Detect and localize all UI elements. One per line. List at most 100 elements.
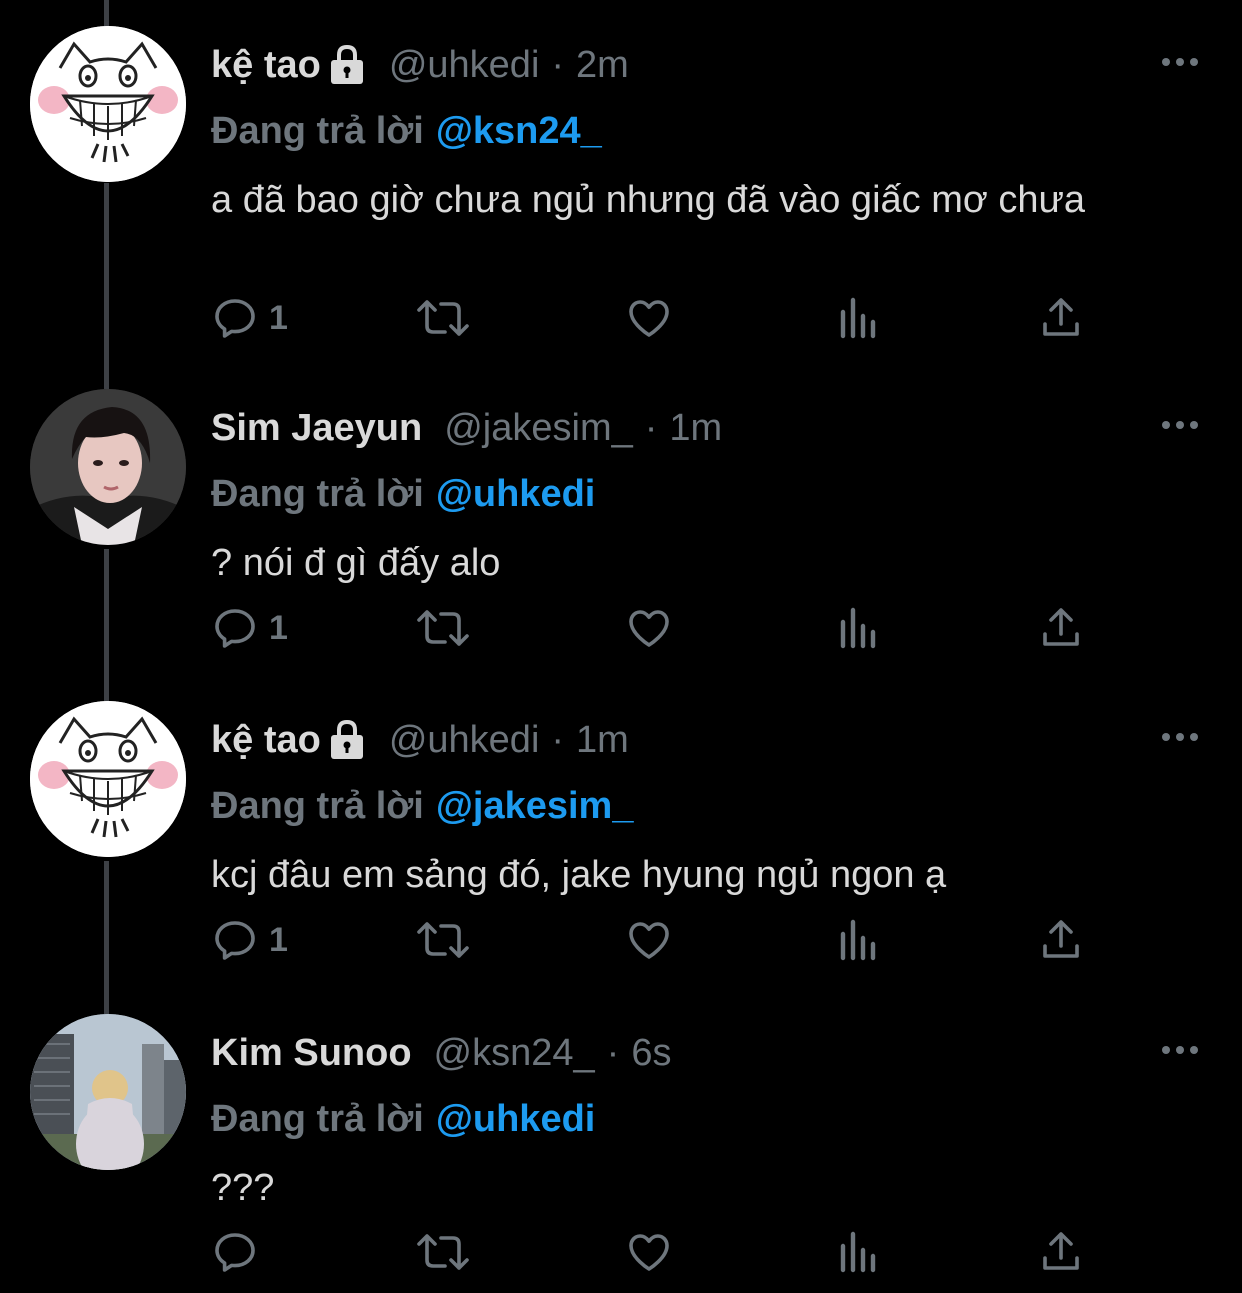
display-name[interactable]: kệ tao bbox=[211, 44, 321, 87]
analytics-icon bbox=[840, 1231, 876, 1273]
share-button[interactable] bbox=[1037, 1224, 1085, 1280]
like-button[interactable] bbox=[625, 1224, 673, 1280]
like-icon bbox=[629, 610, 669, 647]
replying-handle-link[interactable]: @jakesim_ bbox=[436, 785, 634, 827]
replying-label: Đang trả lời bbox=[211, 1098, 424, 1140]
tweet-header: Kim Sunoo @ksn24_ · 6s bbox=[211, 1028, 671, 1078]
replying-handle-link[interactable]: @uhkedi bbox=[436, 1098, 596, 1140]
retweet-button[interactable] bbox=[415, 912, 471, 968]
reply-icon bbox=[215, 609, 255, 648]
like-button[interactable] bbox=[625, 290, 673, 346]
lock-icon bbox=[330, 44, 363, 84]
replying-handle-link[interactable]: @uhkedi bbox=[436, 473, 596, 515]
tweet-time[interactable]: 1m bbox=[669, 407, 722, 450]
like-button[interactable] bbox=[625, 600, 673, 656]
separator-dot: · bbox=[606, 1031, 620, 1074]
tweet-text: a đã bao giờ chưa ngủ nhưng đã vào giấc … bbox=[211, 179, 1086, 221]
separator-dot: · bbox=[551, 43, 565, 86]
action-bar: 1 bbox=[211, 290, 1111, 346]
thread-line bbox=[104, 183, 109, 389]
share-icon bbox=[1043, 920, 1079, 958]
share-icon bbox=[1043, 1232, 1079, 1270]
retweet-icon bbox=[417, 300, 469, 336]
reply-button[interactable]: 1 bbox=[211, 290, 288, 346]
user-handle[interactable]: @jakesim_ bbox=[444, 407, 633, 450]
user-handle[interactable]: @ksn24_ bbox=[434, 1032, 595, 1075]
reply-count: 1 bbox=[269, 608, 288, 647]
tweet-time[interactable]: 6s bbox=[631, 1032, 671, 1075]
tweet-time[interactable]: 2m bbox=[576, 44, 629, 87]
retweet-button[interactable] bbox=[415, 600, 471, 656]
more-options-icon[interactable] bbox=[1158, 727, 1202, 747]
user-handle[interactable]: @uhkedi bbox=[389, 719, 540, 762]
share-button[interactable] bbox=[1037, 600, 1085, 656]
lock-icon bbox=[330, 719, 363, 759]
like-icon bbox=[629, 922, 669, 959]
tweet-text: ? nói đ gì đấy alo bbox=[211, 542, 501, 584]
reply-count: 1 bbox=[269, 920, 288, 959]
separator-dot: · bbox=[551, 718, 565, 761]
thread-line bbox=[104, 861, 109, 1014]
cat-drawing-avatar-icon bbox=[30, 701, 186, 857]
reply-button[interactable]: 1 bbox=[211, 600, 288, 656]
city-photo-avatar-icon bbox=[30, 1014, 186, 1170]
reply-icon bbox=[215, 1233, 255, 1272]
analytics-button[interactable] bbox=[835, 290, 883, 346]
more-options-icon[interactable] bbox=[1158, 1040, 1202, 1060]
replying-label: Đang trả lời bbox=[211, 785, 424, 827]
retweet-icon bbox=[417, 610, 469, 646]
reply-button[interactable] bbox=[211, 1224, 269, 1280]
thread-line bbox=[104, 549, 109, 701]
avatar[interactable] bbox=[30, 1014, 186, 1170]
like-icon bbox=[629, 1234, 669, 1271]
share-button[interactable] bbox=[1037, 290, 1085, 346]
retweet-icon bbox=[417, 922, 469, 958]
share-button[interactable] bbox=[1037, 912, 1085, 968]
like-button[interactable] bbox=[625, 912, 673, 968]
thread-line bbox=[104, 0, 109, 26]
replying-to: Đang trả lời @jakesim_ bbox=[211, 785, 633, 828]
user-handle[interactable]: @uhkedi bbox=[389, 44, 540, 87]
tweet-text: kcj đâu em sảng đó, jake hyung ngủ ngon … bbox=[211, 854, 947, 896]
avatar[interactable] bbox=[30, 26, 186, 182]
more-options-icon[interactable] bbox=[1158, 52, 1202, 72]
share-icon bbox=[1043, 608, 1079, 646]
replying-label: Đang trả lời bbox=[211, 110, 424, 152]
tweet-header: kệ tao @uhkedi · 1m bbox=[211, 715, 629, 765]
replying-handle-link[interactable]: @ksn24_ bbox=[436, 110, 602, 152]
display-name[interactable]: kệ tao bbox=[211, 719, 321, 762]
reply-icon bbox=[215, 921, 255, 960]
analytics-icon bbox=[840, 919, 876, 961]
replying-to: Đang trả lời @ksn24_ bbox=[211, 110, 602, 153]
tweet-header: Sim Jaeyun @jakesim_ · 1m bbox=[211, 403, 722, 453]
retweet-button[interactable] bbox=[415, 290, 471, 346]
retweet-icon bbox=[417, 1234, 469, 1270]
analytics-button[interactable] bbox=[835, 600, 883, 656]
cat-drawing-avatar-icon bbox=[30, 26, 186, 182]
tweet-text: ??? bbox=[211, 1167, 275, 1209]
action-bar bbox=[211, 1224, 1111, 1280]
analytics-button[interactable] bbox=[835, 912, 883, 968]
avatar[interactable] bbox=[30, 389, 186, 545]
more-options-icon[interactable] bbox=[1158, 415, 1202, 435]
replying-label: Đang trả lời bbox=[211, 473, 424, 515]
tweet-time[interactable]: 1m bbox=[576, 719, 629, 762]
analytics-button[interactable] bbox=[835, 1224, 883, 1280]
replying-to: Đang trả lời @uhkedi bbox=[211, 1098, 595, 1141]
retweet-button[interactable] bbox=[415, 1224, 471, 1280]
avatar[interactable] bbox=[30, 701, 186, 857]
separator-dot: · bbox=[644, 406, 658, 449]
display-name[interactable]: Sim Jaeyun bbox=[211, 407, 422, 450]
like-icon bbox=[629, 300, 669, 337]
share-icon bbox=[1043, 298, 1079, 336]
reply-count: 1 bbox=[269, 298, 288, 337]
tweet-header: kệ tao @uhkedi · 2m bbox=[211, 40, 629, 90]
display-name[interactable]: Kim Sunoo bbox=[211, 1032, 412, 1075]
replying-to: Đang trả lời @uhkedi bbox=[211, 473, 595, 516]
analytics-icon bbox=[840, 607, 876, 649]
action-bar: 1 bbox=[211, 600, 1111, 656]
analytics-icon bbox=[840, 297, 876, 339]
reply-button[interactable]: 1 bbox=[211, 912, 288, 968]
portrait-photo-avatar-icon bbox=[30, 389, 186, 545]
action-bar: 1 bbox=[211, 912, 1111, 968]
